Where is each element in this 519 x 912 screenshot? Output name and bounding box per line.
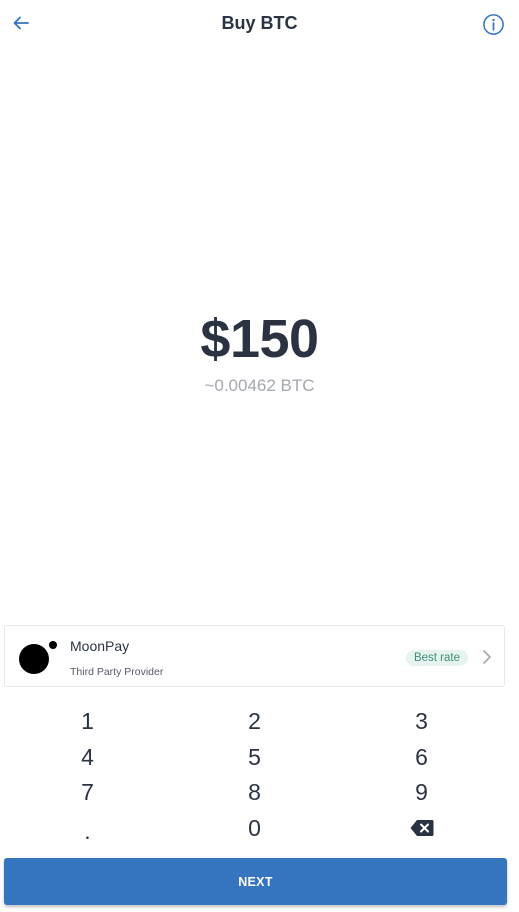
key-backspace[interactable] <box>338 811 505 847</box>
header: Buy BTC <box>0 0 519 48</box>
provider-subtitle: Third Party Provider <box>70 666 164 678</box>
key-0[interactable]: 0 <box>171 811 338 847</box>
key-4[interactable]: 4 <box>4 740 171 776</box>
crypto-amount: ~0.00462 BTC <box>204 376 315 395</box>
key-3[interactable]: 3 <box>338 704 505 740</box>
key-9[interactable]: 9 <box>338 775 505 811</box>
info-button[interactable] <box>481 12 505 36</box>
backspace-icon <box>410 820 433 837</box>
key-decimal[interactable]: . <box>4 811 171 847</box>
page-title: Buy BTC <box>221 13 298 33</box>
key-6[interactable]: 6 <box>338 740 505 776</box>
numeric-keypad: 1 2 3 4 5 6 7 8 9 . 0 <box>4 704 505 848</box>
chevron-right-icon <box>483 650 491 664</box>
provider-card[interactable]: MoonPay Third Party Provider Best rate <box>4 625 505 687</box>
info-circle-icon <box>482 13 504 35</box>
key-1[interactable]: 1 <box>4 704 171 740</box>
provider-name: MoonPay <box>70 638 130 654</box>
best-rate-badge: Best rate <box>405 650 468 666</box>
key-7[interactable]: 7 <box>4 775 171 811</box>
key-8[interactable]: 8 <box>171 775 338 811</box>
fiat-amount: $150 <box>200 309 319 369</box>
key-2[interactable]: 2 <box>171 704 338 740</box>
key-5[interactable]: 5 <box>171 740 338 776</box>
moonpay-logo <box>19 641 57 674</box>
next-button[interactable]: NEXT <box>4 858 507 905</box>
